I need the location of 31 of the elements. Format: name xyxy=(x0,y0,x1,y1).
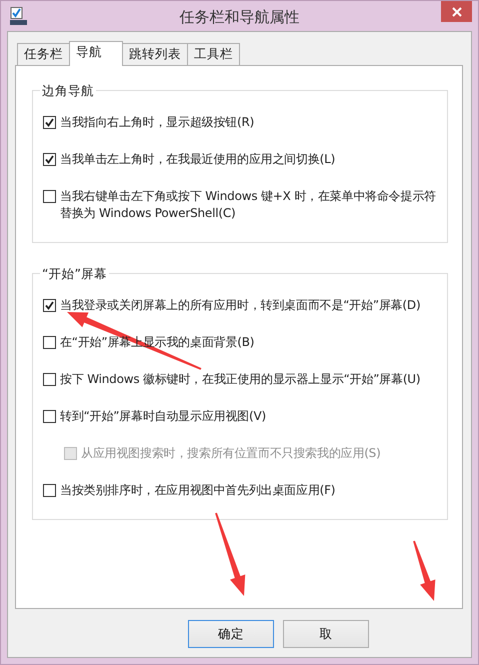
dialog-button[interactable]: 确定 xyxy=(188,620,274,648)
dialog-button[interactable]: 取 xyxy=(283,620,369,648)
checkbox[interactable] xyxy=(43,299,56,312)
option-label: 从应用视图搜索时，搜索所有位置而不只搜索我的应用(S) xyxy=(81,445,382,462)
option-label: 当我指向右上角时，显示超级按钮(R) xyxy=(60,114,256,131)
checkbox[interactable] xyxy=(43,153,56,166)
checkmark-icon xyxy=(45,301,54,310)
group-title: “开始”屏幕 xyxy=(40,265,109,282)
checkbox[interactable] xyxy=(43,410,56,423)
group-title: 边角导航 xyxy=(40,82,96,99)
close-icon xyxy=(452,6,462,16)
tab[interactable]: 任务栏 xyxy=(17,43,70,65)
window-title: 任务栏和导航属性 xyxy=(178,6,300,26)
checkmark-icon xyxy=(45,155,54,164)
app-icon xyxy=(10,7,27,25)
checkbox[interactable] xyxy=(43,116,56,129)
option-label: 当我单击左上角时，在我最近使用的应用之间切换(L) xyxy=(60,151,336,168)
checkbox[interactable] xyxy=(43,190,56,203)
option-label: 当按类别排序时，在应用视图中首先列出桌面应用(F) xyxy=(60,482,336,499)
checkbox[interactable] xyxy=(43,336,56,349)
annotation-arrow xyxy=(413,540,436,601)
tab[interactable]: 工具栏 xyxy=(187,43,240,65)
close-button[interactable] xyxy=(441,1,472,22)
checkbox[interactable] xyxy=(43,373,56,386)
checkbox[interactable] xyxy=(43,484,56,497)
checkmark-icon xyxy=(45,118,54,127)
option-label: 当我登录或关闭屏幕上的所有应用时，转到桌面而不是“开始”屏幕(D) xyxy=(60,297,422,314)
option-label: 按下 Windows 徽标键时，在我正使用的显示器上显示“开始”屏幕(U) xyxy=(60,371,422,388)
option-label: 当我右键单击左下角或按下 Windows 键+X 时，在菜单中将命令提示符替换为 Windows PowerShell(C) xyxy=(60,188,437,222)
tab[interactable]: 导航 xyxy=(69,41,123,66)
option-label: 转到“开始”屏幕时自动显示应用视图(V) xyxy=(60,408,268,425)
